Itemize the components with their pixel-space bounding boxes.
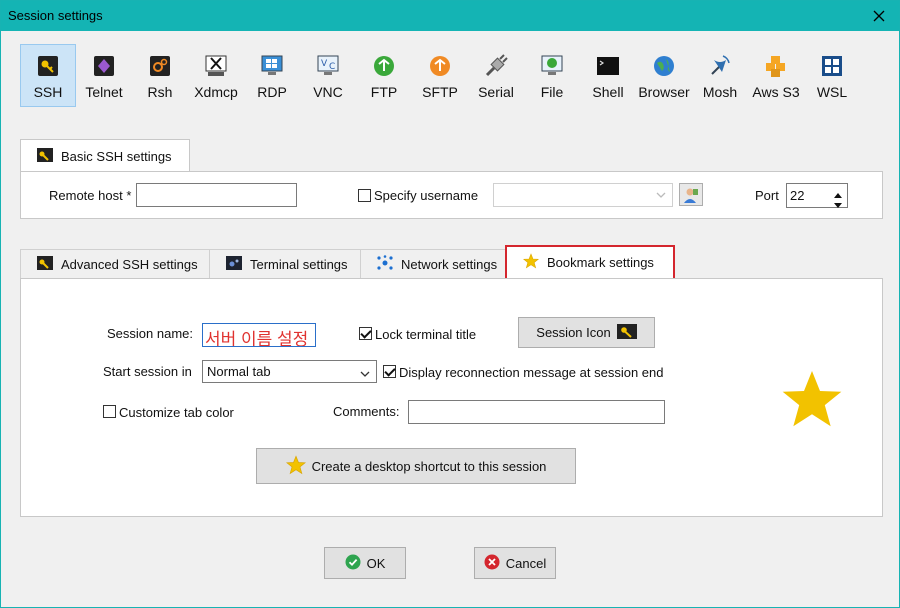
ssh-key-icon: [36, 54, 60, 78]
protocol-wsl[interactable]: WSL: [804, 44, 860, 107]
svg-text:C: C: [329, 62, 335, 72]
lock-terminal-title-checkbox[interactable]: [359, 327, 372, 340]
chevron-down-icon: [656, 188, 666, 203]
terminal-icon: [226, 256, 242, 273]
serial-icon: [484, 54, 508, 78]
cancel-icon: [484, 554, 500, 573]
protocol-telnet[interactable]: Telnet: [76, 44, 132, 107]
comments-input[interactable]: [408, 400, 665, 424]
protocol-serial[interactable]: Serial: [468, 44, 524, 107]
session-name-input[interactable]: 서버 이름 설정: [202, 323, 316, 347]
sftp-icon: [428, 54, 452, 78]
tab-network-settings[interactable]: Network settings: [360, 249, 507, 279]
session-settings-window: Session settings SSH Telnet Rsh Xdmcp RD…: [0, 0, 900, 608]
tab-bookmark-settings[interactable]: Bookmark settings: [505, 245, 675, 280]
bookmark-settings-panel: Session name: 서버 이름 설정 Lock terminal tit…: [20, 278, 883, 517]
session-icon-button[interactable]: Session Icon: [518, 317, 655, 348]
svg-text:V: V: [321, 59, 328, 69]
ok-button[interactable]: OK: [324, 547, 406, 579]
aws-s3-icon: [764, 54, 788, 78]
lock-terminal-title-label: Lock terminal title: [375, 327, 477, 342]
user-icon: [684, 188, 698, 203]
ftp-icon: [372, 54, 396, 78]
tab-terminal-settings[interactable]: Terminal settings: [209, 249, 361, 279]
protocol-rsh[interactable]: Rsh: [132, 44, 188, 107]
basic-settings-panel: Remote host * Specify username Port 22: [20, 171, 883, 219]
comments-label: Comments:: [333, 404, 400, 419]
cancel-button[interactable]: Cancel: [474, 547, 556, 579]
wsl-icon: [820, 54, 844, 78]
protocol-xdmcp[interactable]: Xdmcp: [188, 44, 244, 107]
star-icon: [522, 253, 540, 272]
shell-icon: [596, 54, 620, 78]
tab-basic-ssh-settings[interactable]: Basic SSH settings: [20, 139, 190, 172]
protocol-aws-s3[interactable]: Aws S3: [748, 44, 804, 107]
xdmcp-icon: [204, 54, 228, 78]
customize-tab-color-label: Customize tab color: [119, 405, 234, 420]
network-icon: [377, 255, 393, 274]
display-reconnect-label: Display reconnection message at session …: [399, 365, 664, 380]
user-manager-button[interactable]: [679, 183, 703, 206]
username-combo[interactable]: [493, 183, 673, 207]
check-icon: [345, 554, 361, 573]
protocol-vnc[interactable]: VC VNC: [300, 44, 356, 107]
protocol-rdp[interactable]: RDP: [244, 44, 300, 107]
close-icon: [873, 10, 885, 22]
remote-host-label: Remote host *: [49, 188, 132, 203]
telnet-icon: [92, 54, 116, 78]
protocol-ftp[interactable]: FTP: [356, 44, 412, 107]
protocol-shell[interactable]: Shell: [580, 44, 636, 107]
protocol-mosh[interactable]: Mosh: [692, 44, 748, 107]
remote-host-input[interactable]: [136, 183, 297, 207]
protocol-sftp[interactable]: SFTP: [412, 44, 468, 107]
tab-advanced-ssh-settings[interactable]: Advanced SSH settings: [20, 249, 210, 279]
port-label: Port: [755, 188, 779, 203]
title-bar: Session settings: [1, 1, 899, 31]
bookmark-star-icon: [779, 367, 845, 434]
star-icon: [285, 454, 306, 478]
vnc-icon: VC: [316, 54, 340, 78]
key-icon: [616, 323, 637, 342]
tab-basic-label: Basic SSH settings: [61, 148, 172, 164]
protocol-browser[interactable]: Browser: [636, 44, 692, 107]
spin-down-icon[interactable]: [834, 197, 842, 212]
chevron-down-icon: [360, 367, 370, 382]
create-desktop-shortcut-button[interactable]: Create a desktop shortcut to this sessio…: [256, 448, 576, 484]
window-title: Session settings: [8, 8, 103, 23]
specify-username-checkbox[interactable]: [358, 189, 371, 202]
close-button[interactable]: [859, 1, 899, 31]
protocol-ssh[interactable]: SSH: [20, 44, 76, 107]
customize-tab-color-checkbox[interactable]: [103, 405, 116, 418]
port-spinner[interactable]: 22: [786, 183, 848, 208]
start-session-label: Start session in: [103, 364, 192, 379]
protocol-file[interactable]: File: [524, 44, 580, 107]
file-icon: [540, 54, 564, 78]
session-name-label: Session name:: [107, 326, 193, 341]
browser-icon: [652, 54, 676, 78]
rsh-icon: [148, 54, 172, 78]
rdp-icon: [260, 54, 284, 78]
key-icon: [37, 256, 53, 273]
display-reconnect-checkbox[interactable]: [383, 365, 396, 378]
specify-username-label: Specify username: [374, 188, 479, 203]
mosh-icon: [708, 54, 732, 78]
key-icon: [37, 147, 53, 165]
start-session-select[interactable]: Normal tab: [202, 360, 377, 383]
